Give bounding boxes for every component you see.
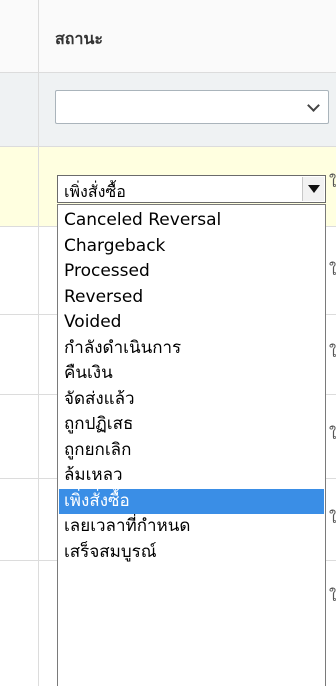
caret-down-icon [308,185,320,193]
status-option[interactable]: เสร็จสมบูรณ์ [59,540,324,565]
clipped-column-text: ใ [329,173,336,191]
clipped-column-text: ใ [329,425,336,443]
status-option[interactable]: ล้มเหลว [59,463,324,488]
status-option[interactable]: คืนเงิน [59,361,324,386]
status-option[interactable]: ถูกปฏิเสธ [59,412,324,437]
clipped-column-text: ใ [329,261,336,279]
status-option[interactable]: Canceled Reversal [59,208,324,233]
clipped-column-text: ใ [329,343,336,361]
status-filter-select[interactable] [55,90,329,124]
status-option[interactable]: ถูกยกเลิก [59,438,324,463]
status-option[interactable]: เพิ่งสั่งซื้อ [59,488,324,514]
table-header-row [0,0,336,72]
status-option[interactable]: เลยเวลาที่กำหนด [59,514,324,539]
row-divider [0,72,336,73]
dropdown-toggle-button[interactable] [302,177,324,201]
clipped-column-text: ใ [329,509,336,527]
chevron-down-icon [307,99,320,112]
status-option[interactable]: จัดส่งแล้ว [59,387,324,412]
status-option[interactable]: Reversed [59,285,324,310]
status-option[interactable]: Processed [59,259,324,284]
status-option[interactable]: Voided [59,310,324,335]
row-divider [0,146,336,147]
status-option[interactable]: Chargeback [59,234,324,259]
status-options-list[interactable]: Canceled Reversal Chargeback Processed Reve… [57,204,326,686]
status-column-header[interactable]: สถานะ [55,27,103,52]
clipped-column-text: ใ [329,587,336,605]
status-option[interactable]: กำลังดำเนินการ [59,336,324,361]
order-status-select[interactable]: เพิ่งสั่งซื้อ [57,175,326,203]
order-status-select-value: เพิ่งสั่งซื้อ [64,182,126,201]
column-divider [38,0,39,686]
